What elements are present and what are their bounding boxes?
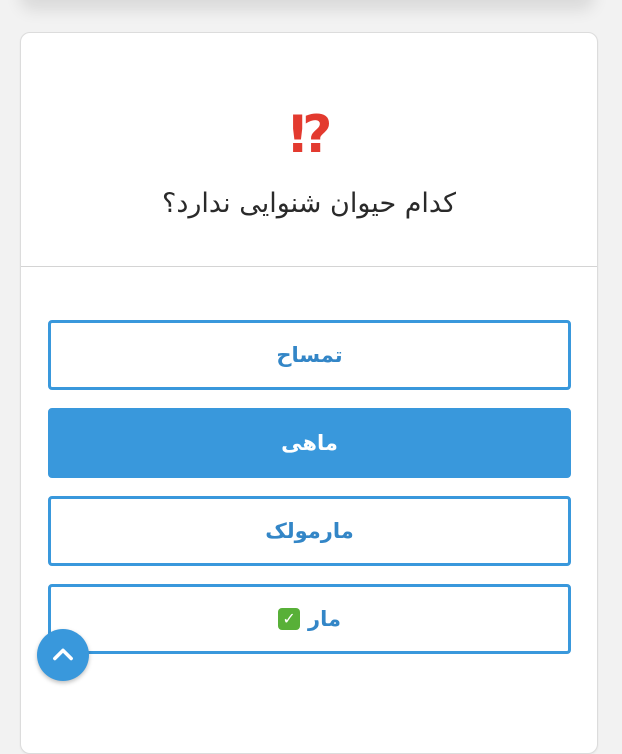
question-text: کدام حیوان شنوایی ندارد؟ [162,188,456,219]
answer-options: تمساح ماهی مارمولک مار ✓ [48,320,571,672]
option-button-selected[interactable]: ماهی [48,408,571,478]
quiz-card: ⁉ کدام حیوان شنوایی ندارد؟ تمساح ماهی ما… [20,32,598,754]
option-label: ماهی [281,431,338,455]
option-button[interactable]: مارمولک [48,496,571,566]
check-mark-icon: ✓ [278,608,301,630]
scroll-to-top-button[interactable] [37,629,89,681]
option-button[interactable]: تمساح [48,320,571,390]
option-label: تمساح [276,343,343,367]
exclamation-question-icon: ⁉ [289,105,332,165]
chevron-up-icon [53,648,73,661]
option-button-correct[interactable]: مار ✓ [48,584,571,654]
question-header: ⁉ کدام حیوان شنوایی ندارد؟ [21,33,597,267]
option-label: مارمولک [265,519,354,543]
option-label: مار [308,607,341,631]
